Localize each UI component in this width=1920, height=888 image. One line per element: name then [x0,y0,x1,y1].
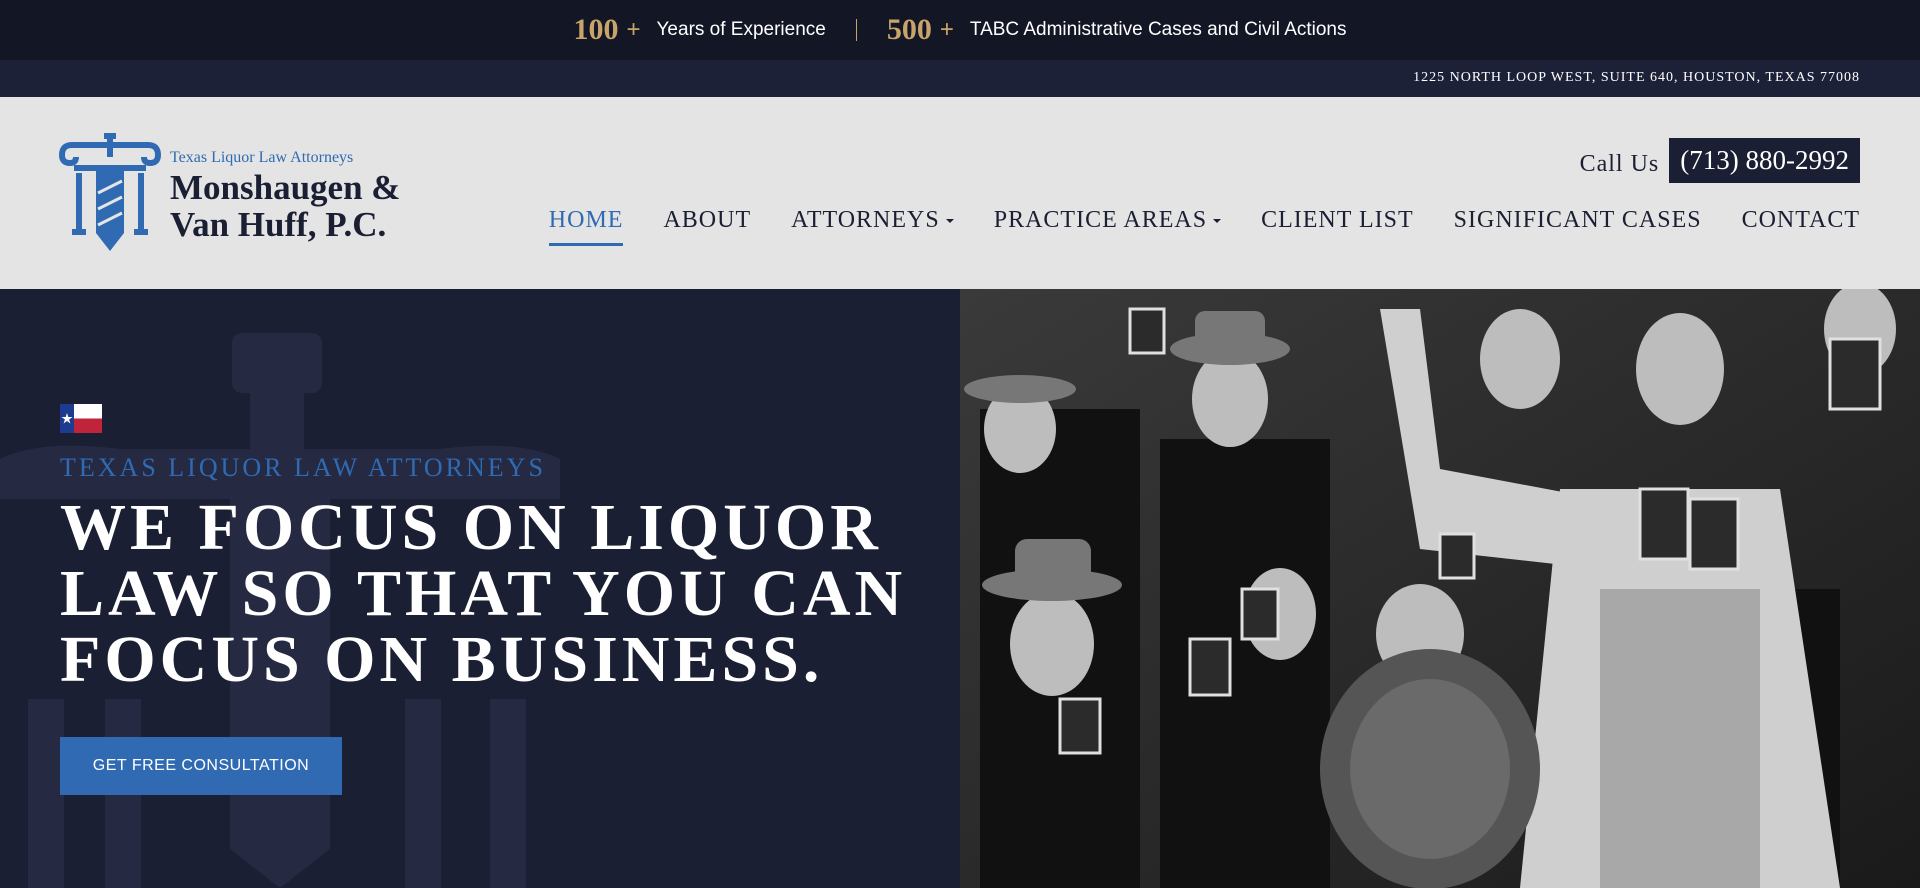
nav-attorneys[interactable]: ATTORNEYS [791,207,954,234]
free-consultation-button[interactable]: GET FREE CONSULTATION [60,737,342,795]
logo-tagline: Texas Liquor Law Attorneys [170,149,354,166]
headline-line1: WE FOCUS ON LIQUOR [60,491,882,564]
nav-significant-cases[interactable]: SIGNIFICANT CASES [1454,207,1702,234]
site-header: Texas Liquor Law Attorneys Monshaugen & … [0,97,1920,289]
address-bar: 1225 NORTH LOOP WEST, SUITE 640, HOUSTON… [0,60,1920,97]
active-underline [548,243,624,246]
hero-section: TEXAS LIQUOR LAW ATTORNEYS WE FOCUS ON L… [0,289,960,888]
stat-plus: + [626,16,641,43]
phone-link[interactable]: (713) 880-2992 [1669,138,1860,183]
nav-attorneys-label: ATTORNEYS [791,207,940,233]
caret-down-icon [1213,219,1222,224]
firm-name-line2: Van Huff, P.C. [170,205,387,244]
nav-contact[interactable]: CONTACT [1742,207,1860,234]
stat-cases: 500 + TABC Administrative Cases and Civi… [887,13,1347,47]
main-nav: HOME ABOUT ATTORNEYS PRACTICE AREAS CLIE… [548,207,1860,246]
nav-client-list[interactable]: CLIENT LIST [1261,207,1414,234]
firm-name: Monshaugen & Van Huff, P.C. [170,169,400,243]
nav-practice-areas-label: PRACTICE AREAS [993,207,1208,233]
site-logo[interactable]: Texas Liquor Law Attorneys Monshaugen & … [58,133,400,253]
nav-about[interactable]: ABOUT [663,207,751,234]
firm-name-line1: Monshaugen & [170,168,401,207]
nav-client-list-label: CLIENT LIST [1261,207,1414,233]
office-address: 1225 NORTH LOOP WEST, SUITE 640, HOUSTON… [1413,70,1860,85]
stat-number: 100 [573,13,619,46]
hero-photo [960,289,1920,888]
stat-divider [855,19,857,41]
headline-line3: FOCUS ON BUSINESS. [60,623,824,696]
call-us-label: Call Us [1579,151,1660,177]
stat-plus: + [939,16,954,43]
nav-about-label: ABOUT [663,207,752,233]
nav-significant-cases-label: SIGNIFICANT CASES [1453,207,1702,233]
nav-contact-label: CONTACT [1741,207,1860,233]
stats-bar: 100 + Years of Experience 500 + TABC Adm… [0,0,1920,60]
caret-down-icon [945,219,954,224]
hero-eyebrow: TEXAS LIQUOR LAW ATTORNEYS [60,453,546,482]
prohibition-celebration-photo [960,289,1920,888]
stat-label: TABC Administrative Cases and Civil Acti… [969,19,1347,40]
hero-headline: WE FOCUS ON LIQUOR LAW SO THAT YOU CAN F… [60,495,920,693]
call-us: Call Us (713) 880-2992 [1580,138,1860,183]
nav-home-label: HOME [548,207,624,233]
pillar-sword-logo-icon [59,133,162,251]
stat-number: 500 [886,13,932,46]
stat-years: 100 + Years of Experience [573,13,825,47]
nav-home[interactable]: HOME [548,207,624,246]
stat-label: Years of Experience [656,19,826,40]
headline-line2: LAW SO THAT YOU CAN [60,557,907,630]
texas-flag-icon [60,404,102,433]
nav-practice-areas[interactable]: PRACTICE AREAS [993,207,1222,234]
